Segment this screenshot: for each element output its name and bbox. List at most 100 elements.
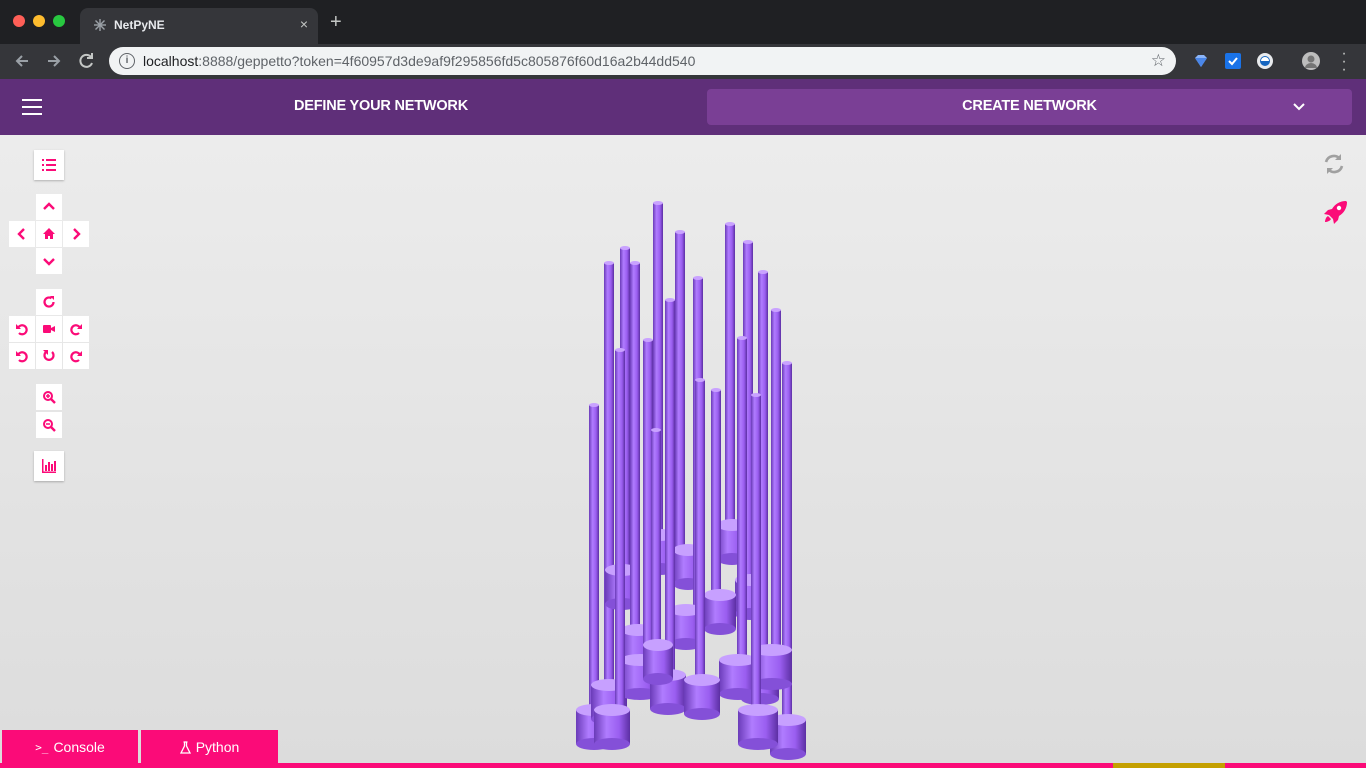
rotate-ccw-icon (16, 351, 28, 363)
rotate-left-button[interactable] (9, 316, 35, 342)
soma-top (594, 704, 630, 716)
reload-icon[interactable] (75, 50, 97, 72)
rotate-cw-button[interactable] (63, 343, 89, 369)
new-tab-button[interactable]: + (330, 12, 342, 32)
forward-icon[interactable] (43, 50, 65, 72)
dendrite-tip (589, 403, 599, 407)
url-text[interactable]: localhost:8888/geppetto?token=4f60957d3d… (143, 53, 695, 69)
netpyne-favicon-icon (94, 19, 106, 31)
pan-up-icon (43, 202, 55, 210)
create-network-button[interactable]: CREATE NETWORK (707, 89, 1352, 125)
menu-icon[interactable] (22, 99, 42, 115)
soma-bottom (738, 738, 778, 750)
zoom-in-button[interactable] (36, 384, 62, 410)
dendrite (695, 380, 705, 680)
rotate-reset-button[interactable] (36, 289, 62, 315)
dendrite-tip (604, 261, 614, 265)
maximize-window-button[interactable] (53, 15, 65, 27)
address-bar[interactable]: i localhost:8888/geppetto?token=4f60957d… (109, 47, 1176, 75)
zoom-out-icon (43, 419, 56, 432)
extension-circle-icon[interactable] (1256, 52, 1274, 70)
dendrite-tip (737, 336, 747, 340)
dendrite-tip (751, 393, 761, 397)
soma-bottom (594, 738, 630, 750)
dendrite (604, 263, 614, 685)
close-window-button[interactable] (13, 15, 25, 27)
soma-bottom (650, 703, 686, 715)
console-tab[interactable]: >_ Console (2, 730, 138, 764)
dendrite-tip (782, 361, 792, 365)
dendrite-tip (693, 276, 703, 280)
rotate-right-icon (70, 324, 82, 336)
dendrite (737, 338, 747, 660)
dendrite-tip (653, 201, 663, 205)
soma-bottom (684, 708, 720, 720)
home-button[interactable] (36, 221, 62, 247)
dendrite (651, 430, 661, 645)
define-network-step[interactable]: DEFINE YOUR NETWORK (294, 98, 468, 114)
soma-top (738, 704, 778, 716)
soma-bottom (770, 748, 806, 760)
zoom-in-icon (43, 391, 56, 404)
pan-right-button[interactable] (63, 221, 89, 247)
pan-left-icon (17, 228, 25, 240)
refresh-icon[interactable] (1322, 152, 1346, 176)
dendrite (725, 224, 735, 525)
create-network-label: CREATE NETWORK (962, 98, 1097, 114)
browser-menu-icon[interactable]: · · · (1338, 46, 1350, 78)
pan-right-icon (73, 228, 81, 240)
dendrite-tip (695, 378, 705, 382)
bottom-status-bar (1113, 763, 1225, 768)
rotate-down-icon (43, 350, 55, 361)
cell-group (576, 201, 806, 760)
browser-tab[interactable]: NetPyNE × (80, 8, 318, 44)
dendrite (771, 310, 781, 650)
pan-down-button[interactable] (36, 248, 62, 274)
pan-up-button[interactable] (36, 194, 62, 220)
dendrite-tip (665, 298, 675, 302)
zoom-out-button[interactable] (36, 412, 62, 438)
dendrite-tip (758, 270, 768, 274)
dendrite-tip (651, 428, 661, 432)
rotate-right-button[interactable] (63, 316, 89, 342)
dendrite (630, 263, 640, 630)
bookmark-star-icon[interactable]: ☆ (1151, 51, 1166, 71)
pan-left-button[interactable] (9, 221, 35, 247)
dendrite-tip (630, 261, 640, 265)
extension-check-icon[interactable] (1224, 52, 1242, 70)
camera-icon (43, 325, 55, 333)
dendrite (711, 390, 721, 595)
soma-top (704, 589, 736, 601)
dendrite (665, 300, 675, 675)
list-button[interactable] (34, 150, 64, 180)
profile-avatar-icon[interactable] (1302, 52, 1320, 70)
python-label: Python (195, 739, 240, 755)
dendrite-tip (725, 222, 735, 226)
console-label: Console (53, 739, 105, 755)
chart-button[interactable] (34, 451, 64, 481)
chevron-down-icon[interactable] (1292, 99, 1306, 113)
rotate-ccw-button[interactable] (9, 343, 35, 369)
dendrite (589, 405, 599, 710)
site-info-icon[interactable]: i (119, 53, 135, 69)
extension-diamond-icon[interactable] (1192, 52, 1210, 70)
dendrite-tip (643, 338, 653, 342)
camera-button[interactable] (36, 316, 62, 342)
browser-tab-bar: NetPyNE × + (0, 0, 1366, 44)
url-host: localhost (143, 53, 199, 69)
rotate-cw-icon (70, 351, 82, 363)
rocket-icon[interactable] (1322, 199, 1348, 225)
network-3d-view[interactable] (560, 190, 830, 765)
rotate-reset-icon (43, 296, 55, 308)
url-path: :8888/geppetto?token=4f60957d3de9af9f295… (198, 53, 696, 69)
soma-top (684, 674, 720, 686)
back-icon[interactable] (11, 50, 33, 72)
python-tab[interactable]: Python (141, 730, 278, 764)
close-tab-icon[interactable]: × (300, 16, 308, 32)
dendrite-tip (771, 308, 781, 312)
rotate-down-button[interactable] (36, 343, 62, 369)
dendrite-tip (620, 246, 630, 250)
dendrite (615, 350, 625, 710)
soma-bottom (704, 623, 736, 635)
minimize-window-button[interactable] (33, 15, 45, 27)
